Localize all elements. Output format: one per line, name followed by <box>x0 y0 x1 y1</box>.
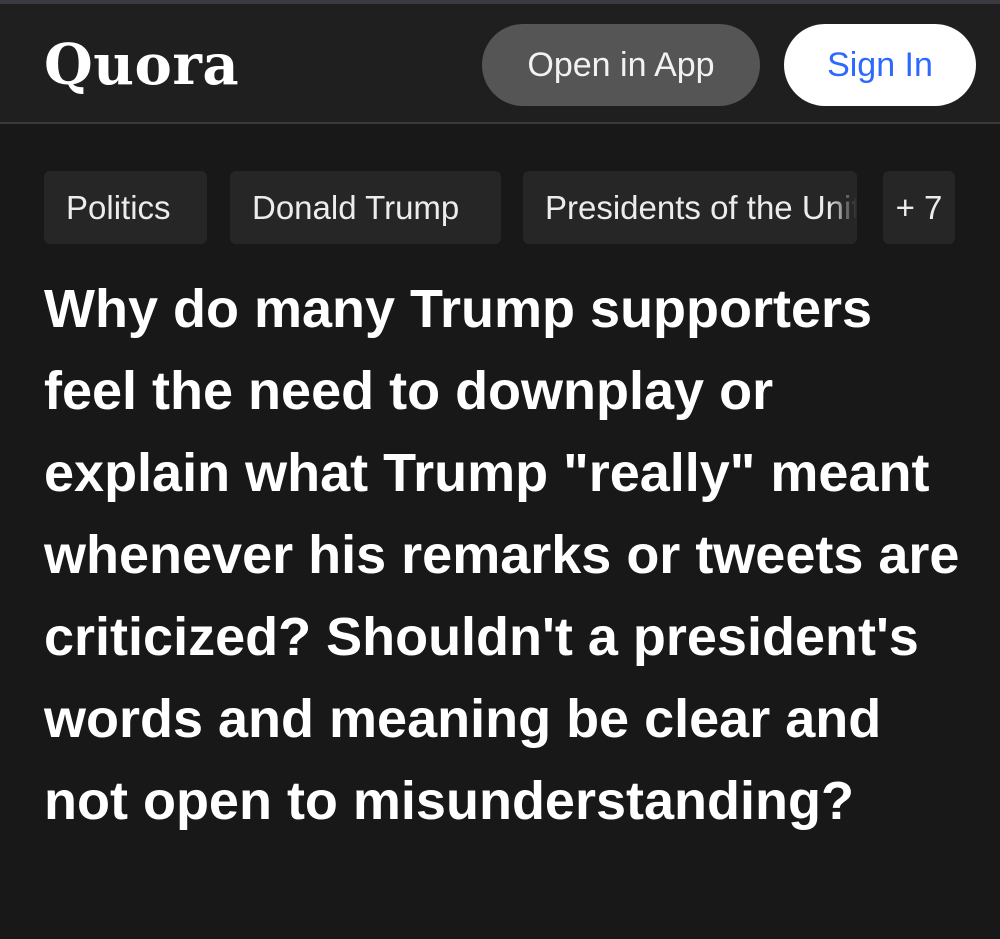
site-header: Quora Open in App Sign In <box>0 4 1000 124</box>
sign-in-button[interactable]: Sign In <box>784 24 976 106</box>
topic-chip-politics[interactable]: Politics <box>44 171 207 244</box>
chip-fade <box>829 171 857 244</box>
open-in-app-button[interactable]: Open in App <box>482 24 760 106</box>
more-topics-chip[interactable]: + 7 <box>883 171 955 244</box>
question-title: Why do many Trump supporters feel the ne… <box>44 279 960 831</box>
topic-chip-label: Presidents of the United States <box>545 189 857 226</box>
topic-chips: Politics Donald Trump Presidents of the … <box>44 171 964 244</box>
topic-chip-donald-trump[interactable]: Donald Trump <box>230 171 501 244</box>
quora-logo[interactable]: Quora <box>44 30 239 100</box>
topic-chip-presidents[interactable]: Presidents of the United States <box>523 171 857 244</box>
